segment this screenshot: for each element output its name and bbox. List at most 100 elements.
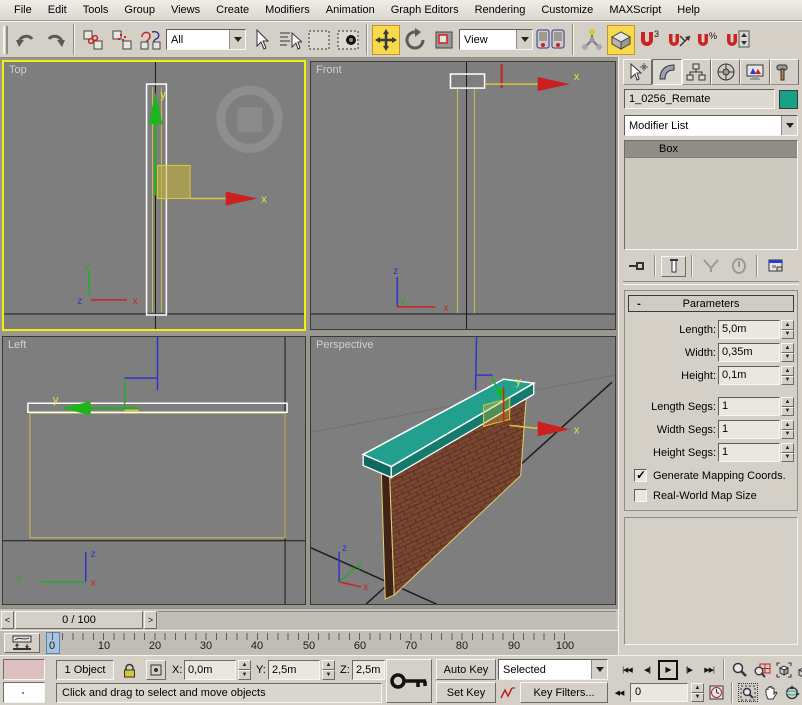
object-name-field[interactable]: 1_0256_Remate (624, 89, 775, 109)
modifier-list-dropdown[interactable]: Modifier List (624, 115, 798, 136)
region-zoom-icon[interactable] (738, 683, 758, 702)
selection-lock-icon[interactable] (120, 661, 138, 679)
spinner-snap-icon[interactable]: % (694, 25, 722, 55)
unlink-selection-icon[interactable] (108, 25, 136, 55)
frame-spinner[interactable]: ▲▼ (691, 683, 704, 702)
go-to-start-icon[interactable]: |◀◀ (618, 661, 636, 679)
width-field[interactable]: 0,35m (718, 343, 780, 362)
viewport-front[interactable]: Front x z x y (310, 61, 616, 330)
generate-mapping-coords-checkbox[interactable] (634, 469, 647, 482)
zoom-icon[interactable] (730, 660, 750, 679)
height-field[interactable]: 0,1m (718, 366, 780, 385)
track-bar-ruler[interactable]: 0 10 20 30 40 50 60 70 80 90 100 (46, 631, 612, 656)
maxscript-mini-listener-white[interactable] (3, 682, 45, 703)
snaps-toggle-icon[interactable] (607, 25, 635, 55)
real-world-map-size-checkbox[interactable] (634, 489, 647, 502)
time-configuration-icon[interactable] (706, 683, 726, 702)
show-end-result-icon[interactable] (661, 256, 686, 277)
modifier-stack-list[interactable]: Box (624, 140, 798, 250)
remove-modifier-icon[interactable] (726, 256, 751, 277)
select-by-name-icon[interactable] (276, 25, 304, 55)
y-coord-field[interactable]: 2,5m (268, 660, 320, 680)
select-object-icon[interactable] (247, 25, 275, 55)
reference-coord-arrow[interactable] (516, 30, 532, 49)
tab-utilities-icon[interactable] (770, 59, 799, 85)
length-segs-spinner[interactable]: ▲▼ (781, 397, 794, 416)
key-mode-toggle-icon[interactable]: ◀◀ (610, 684, 628, 702)
width-spinner[interactable]: ▲▼ (781, 343, 794, 362)
select-and-link-icon[interactable] (79, 25, 107, 55)
selection-set-arrow[interactable] (591, 660, 607, 679)
set-key-button[interactable]: Set Key (436, 682, 496, 703)
select-and-scale-icon[interactable] (430, 25, 458, 55)
select-and-move-icon[interactable] (372, 25, 400, 55)
menu-group[interactable]: Group (116, 1, 163, 19)
zoom-all-icon[interactable] (752, 660, 772, 679)
percent-snap-icon[interactable] (665, 25, 693, 55)
time-slider-next-button[interactable]: > (144, 611, 157, 629)
stack-item-box[interactable]: Box (625, 141, 797, 158)
make-unique-icon[interactable] (698, 256, 723, 277)
mini-curve-editor-icon[interactable] (4, 633, 40, 653)
spinner-snap-toggle-icon[interactable] (723, 25, 751, 55)
time-slider-prev-button[interactable]: < (1, 611, 14, 629)
zoom-extents-all-icon[interactable] (796, 660, 802, 679)
absolute-mode-toggle-icon[interactable] (146, 660, 166, 680)
menu-graph-editors[interactable]: Graph Editors (383, 1, 467, 19)
menu-customize[interactable]: Customize (533, 1, 601, 19)
select-and-manipulate-icon[interactable] (578, 25, 606, 55)
wall-left-view[interactable] (30, 413, 285, 537)
go-to-end-icon[interactable]: ▶▶| (700, 661, 718, 679)
tab-modify-icon[interactable] (652, 59, 681, 85)
menu-animation[interactable]: Animation (318, 1, 383, 19)
viewport-front-label[interactable]: Front (316, 64, 342, 76)
viewport-perspective-label[interactable]: Perspective (316, 339, 373, 351)
menu-tools[interactable]: Tools (75, 1, 117, 19)
menu-modifiers[interactable]: Modifiers (257, 1, 318, 19)
rollout-collapse-icon[interactable]: - (633, 298, 645, 310)
arc-rotate-icon[interactable] (782, 683, 802, 702)
parameters-rollout-header[interactable]: - Parameters (628, 295, 794, 312)
configure-modifier-sets-icon[interactable] (763, 256, 788, 277)
rect-selection-region-icon[interactable] (305, 25, 333, 55)
pin-stack-icon[interactable] (624, 256, 649, 277)
new-key-filter-curve-icon[interactable] (498, 683, 518, 702)
window-crossing-icon[interactable] (334, 25, 362, 55)
bind-to-spacewarp-icon[interactable] (137, 25, 165, 55)
menu-rendering[interactable]: Rendering (467, 1, 534, 19)
y-coord-spinner[interactable]: ▲▼ (322, 660, 335, 680)
next-frame-icon[interactable]: ||▶ (680, 661, 698, 679)
menu-file[interactable]: File (6, 1, 40, 19)
viewport-perspective[interactable]: Perspective (310, 336, 616, 605)
modifier-list-arrow[interactable] (781, 116, 797, 135)
menu-views[interactable]: Views (163, 1, 208, 19)
selection-set-dropdown[interactable]: Selected (498, 659, 608, 680)
tab-display-icon[interactable] (740, 59, 769, 85)
redo-icon[interactable] (41, 25, 69, 55)
viewport-left-canvas[interactable]: y z y x (3, 337, 305, 604)
viewport-top-label[interactable]: Top (9, 64, 27, 76)
reference-coord-dropdown[interactable]: View (459, 29, 533, 50)
width-segs-field[interactable]: 1 (718, 420, 780, 439)
viewport-top-canvas[interactable]: y x y x z (4, 62, 304, 329)
length-segs-field[interactable]: 1 (718, 397, 780, 416)
viewport-left-label[interactable]: Left (8, 339, 26, 351)
width-segs-spinner[interactable]: ▲▼ (781, 420, 794, 439)
selection-filter-dropdown[interactable]: All (166, 29, 246, 50)
play-button-icon[interactable]: ▶ (658, 660, 678, 680)
x-coord-spinner[interactable]: ▲▼ (238, 660, 251, 680)
viewport-perspective-canvas[interactable]: y x z y x (311, 337, 615, 604)
x-coord-field[interactable]: 0,0m (184, 660, 236, 680)
zoom-extents-icon[interactable] (774, 660, 794, 679)
undo-icon[interactable] (12, 25, 40, 55)
menu-help[interactable]: Help (669, 1, 708, 19)
tab-motion-icon[interactable] (711, 59, 740, 85)
toolbar-grip[interactable] (3, 26, 8, 54)
angle-snap-icon[interactable]: 3 (636, 25, 664, 55)
track-bar[interactable]: 0 10 20 30 40 50 60 70 80 90 100 (0, 630, 618, 655)
length-spinner[interactable]: ▲▼ (781, 320, 794, 339)
maxscript-mini-listener-pink[interactable] (3, 659, 45, 680)
move-gizmo-front[interactable]: x (485, 64, 580, 91)
use-pivot-center-icon[interactable] (534, 25, 568, 55)
key-filters-button[interactable]: Key Filters... (520, 682, 608, 703)
